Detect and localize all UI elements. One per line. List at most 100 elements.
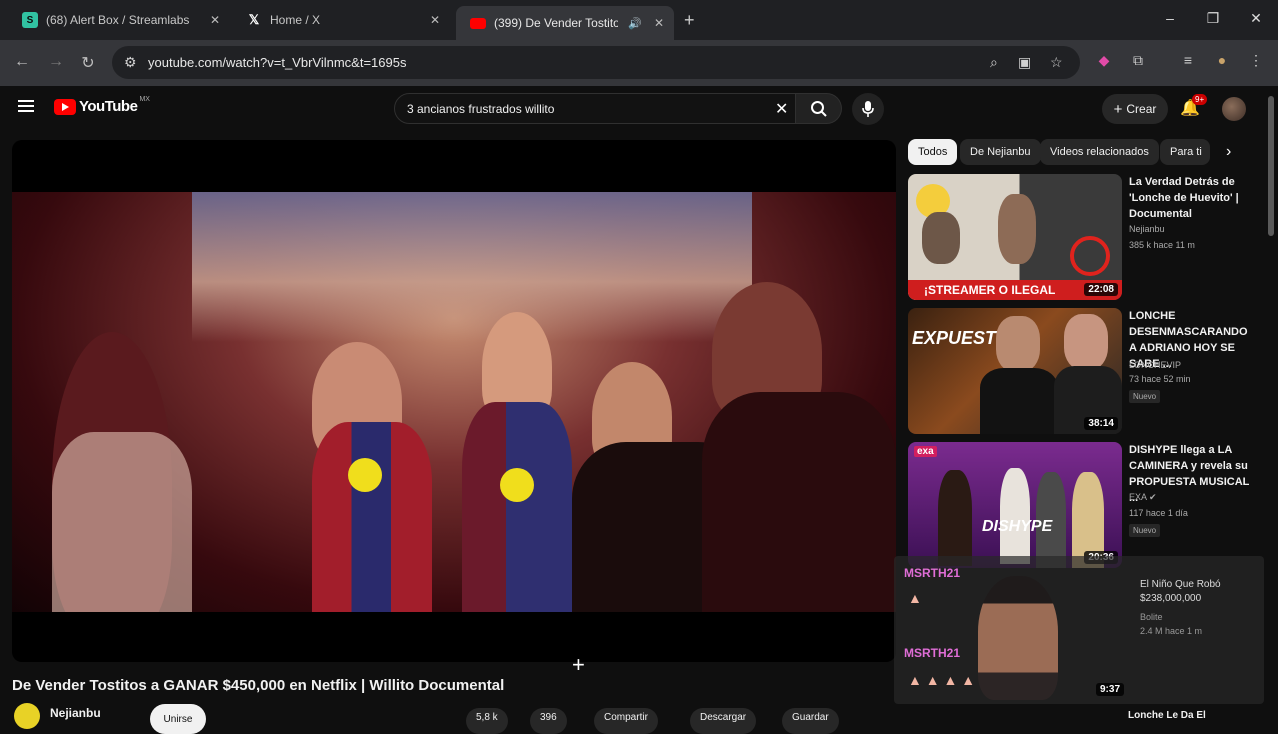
related-video-2[interactable]: EXPUESTO 38:14 LONCHE DESENMASCARANDO A … bbox=[908, 308, 1258, 438]
overlay-username: MSRTH21 bbox=[904, 646, 961, 660]
extension-shield-icon[interactable]: ◆ bbox=[1094, 52, 1114, 69]
tab-youtube-active[interactable]: (399) De Vender Tostitos a G 🔊 ✕ bbox=[456, 6, 674, 40]
download-button[interactable]: Descargar bbox=[690, 708, 757, 734]
youtube-logo[interactable]: YouTube MX bbox=[54, 96, 150, 115]
crowd-shirt bbox=[52, 432, 192, 612]
maximize-button[interactable]: ❐ bbox=[1203, 10, 1223, 27]
video-frame[interactable] bbox=[12, 192, 896, 612]
crowd-shirt bbox=[702, 392, 896, 612]
related-meta: 73 hace 52 min bbox=[1129, 374, 1191, 384]
thumb-shirt bbox=[980, 368, 1058, 434]
save-button[interactable]: Guardar bbox=[782, 708, 839, 734]
related-title[interactable]: Lonche Le Da El bbox=[1128, 710, 1206, 721]
thumb-caption: DISHYPE bbox=[982, 518, 1053, 535]
crowd-shirt bbox=[462, 402, 572, 612]
minimize-button[interactable]: – bbox=[1160, 10, 1180, 26]
url-text[interactable]: youtube.com/watch?v=t_VbrVilnmc&t=1695s bbox=[148, 55, 406, 70]
chip-de-nejianbu[interactable]: De Nejianbu bbox=[960, 139, 1041, 165]
chip-videos-relacionados[interactable]: Videos relacionados bbox=[1040, 139, 1159, 165]
youtube-icon bbox=[470, 17, 486, 29]
plus-icon: + bbox=[1113, 100, 1123, 118]
spotify-logo-icon bbox=[348, 458, 382, 492]
video-player[interactable] bbox=[12, 140, 896, 662]
extensions-puzzle-icon[interactable]: ⧉ bbox=[1128, 52, 1148, 69]
close-window-button[interactable]: ✕ bbox=[1246, 10, 1266, 27]
share-button[interactable]: Compartir bbox=[594, 708, 658, 734]
close-icon[interactable]: ✕ bbox=[654, 16, 664, 30]
video-title: De Vender Tostitos a GANAR $450,000 en N… bbox=[12, 677, 505, 694]
browser-toolbar: ← → ↻ ⚙ youtube.com/watch?v=t_VbrVilnmc&… bbox=[0, 40, 1278, 86]
thumb-face bbox=[1064, 314, 1108, 370]
overlay-channel: Bolite bbox=[1140, 612, 1163, 622]
notification-count-badge: 9+ bbox=[1192, 94, 1208, 105]
tab-streamlabs[interactable]: S (68) Alert Box / Streamlabs ✕ bbox=[8, 6, 230, 34]
new-badge: Nuevo bbox=[1129, 390, 1161, 403]
related-title[interactable]: La Verdad Detrás de 'Lonche de Huevito' … bbox=[1129, 174, 1257, 222]
x-logo-icon: 𝕏 bbox=[248, 12, 260, 27]
crosshair-icon: + bbox=[572, 652, 585, 677]
tab-label: (68) Alert Box / Streamlabs bbox=[46, 13, 190, 27]
media-control-icon[interactable]: ≡ bbox=[1178, 52, 1198, 68]
comments-button[interactable]: 396 bbox=[530, 708, 567, 734]
reload-icon[interactable]: ↻ bbox=[78, 53, 98, 73]
youtube-play-icon bbox=[54, 98, 76, 115]
video-duration: 38:14 bbox=[1084, 417, 1118, 430]
related-video-1[interactable]: ¡STREAMER O ILEGAL 22:08 La Verdad Detrá… bbox=[908, 174, 1258, 304]
related-channel[interactable]: EXA ✔ bbox=[1129, 492, 1157, 503]
streamer-face bbox=[978, 576, 1058, 700]
spotify-logo-icon bbox=[500, 468, 534, 502]
thumb-person bbox=[938, 470, 972, 566]
cast-icon[interactable]: ▣ bbox=[1018, 54, 1031, 71]
search-query[interactable]: 3 ancianos frustrados willito bbox=[407, 102, 554, 116]
webcam-overlay: MSRTH21 ▲ MSRTH21 ▲ ▲ ▲ ▲ El Niño Que Ro… bbox=[894, 556, 1264, 704]
video-thumbnail[interactable]: ¡STREAMER O ILEGAL 22:08 bbox=[908, 174, 1122, 300]
country-code: MX bbox=[139, 96, 150, 103]
chip-todos[interactable]: Todos bbox=[908, 139, 958, 165]
video-thumbnail[interactable]: EXPUESTO 38:14 bbox=[908, 308, 1122, 434]
profile-icon[interactable]: ● bbox=[1212, 52, 1232, 68]
channel-avatar[interactable] bbox=[14, 703, 40, 729]
browser-menu-icon[interactable]: ⋮ bbox=[1246, 52, 1266, 69]
thumb-face bbox=[998, 194, 1036, 264]
account-avatar[interactable] bbox=[1222, 97, 1246, 121]
overlay-meta: 2.4 M hace 1 m bbox=[1140, 626, 1203, 636]
address-bar[interactable]: ⚙ youtube.com/watch?v=t_VbrVilnmc&t=1695… bbox=[112, 46, 1080, 79]
join-button[interactable]: Unirse bbox=[150, 704, 206, 734]
create-button[interactable]: + Crear bbox=[1102, 94, 1168, 124]
crowd-shirt bbox=[312, 422, 432, 612]
tab-x[interactable]: 𝕏 Home / X ✕ bbox=[232, 6, 450, 34]
chip-para-ti[interactable]: Para ti bbox=[1160, 139, 1210, 165]
overlay-username: MSRTH21 bbox=[904, 566, 961, 580]
zoom-icon[interactable]: ⌕ bbox=[990, 54, 998, 71]
search-input[interactable]: 3 ancianos frustrados willito ✕ bbox=[394, 93, 796, 124]
clap-emote-icon: ▲ ▲ ▲ ▲ bbox=[908, 672, 976, 688]
scrollbar-thumb[interactable] bbox=[1268, 96, 1274, 236]
related-channel[interactable]: LONCHEVIP bbox=[1129, 360, 1181, 370]
close-icon[interactable]: ✕ bbox=[430, 13, 440, 27]
speaker-icon[interactable]: 🔊 bbox=[628, 17, 642, 30]
voice-search-button[interactable] bbox=[852, 93, 884, 125]
hamburger-menu-icon[interactable] bbox=[18, 100, 34, 112]
create-label: Crear bbox=[1126, 102, 1157, 116]
bookmark-star-icon[interactable]: ☆ bbox=[1050, 54, 1063, 71]
tab-label: Home / X bbox=[270, 13, 321, 27]
browser-tab-bar: S (68) Alert Box / Streamlabs ✕ 𝕏 Home /… bbox=[0, 0, 1278, 40]
clap-emote-icon: ▲ bbox=[908, 590, 922, 606]
related-channel[interactable]: Nejianbu bbox=[1129, 224, 1165, 234]
close-icon[interactable]: ✕ bbox=[210, 13, 220, 27]
video-sky bbox=[192, 192, 752, 342]
back-icon[interactable]: ← bbox=[12, 53, 32, 71]
channel-name[interactable]: Nejianbu bbox=[50, 706, 101, 720]
clear-search-icon[interactable]: ✕ bbox=[775, 99, 788, 119]
video-thumbnail[interactable]: exa DISHYPE 20:36 bbox=[908, 442, 1122, 568]
related-video-3[interactable]: exa DISHYPE 20:36 DISHYPE llega a LA CAM… bbox=[908, 442, 1258, 568]
new-tab-button[interactable]: + bbox=[684, 10, 695, 31]
related-meta: 385 k hace 11 m bbox=[1129, 240, 1195, 250]
site-info-icon[interactable]: ⚙ bbox=[124, 54, 137, 71]
search-button[interactable] bbox=[796, 93, 842, 124]
like-button[interactable]: 5,8 k bbox=[466, 708, 508, 734]
microphone-icon bbox=[862, 101, 874, 117]
tab-label: (399) De Vender Tostitos a G bbox=[494, 16, 618, 30]
forward-icon[interactable]: → bbox=[46, 53, 66, 71]
chevron-right-icon[interactable]: › bbox=[1226, 143, 1231, 161]
